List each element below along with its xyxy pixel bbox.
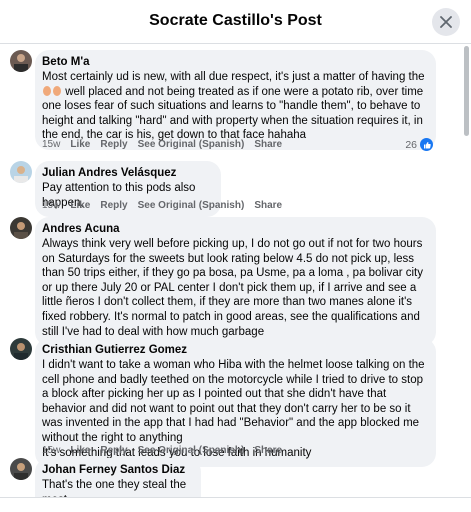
comment-author[interactable]: Beto M'a xyxy=(42,55,428,69)
avatar[interactable] xyxy=(10,217,32,239)
page-title: Socrate Castillo's Post xyxy=(149,12,322,29)
avatar[interactable] xyxy=(10,50,32,72)
scrollbar-thumb[interactable] xyxy=(464,46,469,136)
comment-author[interactable]: Andres Acuna xyxy=(42,222,428,236)
egg-emoji xyxy=(53,85,61,96)
avatar[interactable] xyxy=(10,458,32,480)
see-original-button[interactable]: See Original (Spanish) xyxy=(138,139,245,150)
avatar[interactable] xyxy=(10,161,32,183)
comment-bubble: Andres Acuna Always think very well befo… xyxy=(35,217,436,347)
avatar[interactable] xyxy=(10,338,32,360)
comment-timestamp[interactable]: 15w xyxy=(42,139,60,150)
comment-text: Always think very well before picking up… xyxy=(42,238,423,338)
reaction-number: 26 xyxy=(405,138,417,151)
comment-author[interactable]: Johan Ferney Santos Diaz xyxy=(42,463,193,477)
reply-button[interactable]: Reply xyxy=(100,445,127,456)
comment-composer-area xyxy=(0,497,471,512)
reply-button[interactable]: Reply xyxy=(100,200,127,211)
egg-emoji xyxy=(43,85,51,96)
comment-timestamp[interactable]: 15w xyxy=(42,445,60,456)
like-button[interactable]: Like xyxy=(70,139,90,150)
reply-button[interactable]: Reply xyxy=(100,139,127,150)
like-button[interactable]: Like xyxy=(70,200,90,211)
share-button[interactable]: Share xyxy=(254,139,282,150)
share-button[interactable]: Share xyxy=(254,200,282,211)
close-button[interactable] xyxy=(432,8,460,36)
comment-author[interactable]: Cristhian Gutierrez Gomez xyxy=(42,343,428,357)
like-icon xyxy=(420,138,433,151)
comment-author[interactable]: Julian Andres Velásquez xyxy=(42,166,213,180)
like-button[interactable]: Like xyxy=(70,445,90,456)
comment-actions: 15w Like Reply See Original (Spanish) Sh… xyxy=(42,200,282,211)
comment-actions: 15w Like Reply See Original (Spanish) Sh… xyxy=(42,139,282,150)
comment-actions: 15w Like Reply See Original (Spanish) Sh… xyxy=(42,445,282,456)
reaction-count[interactable]: 26 xyxy=(405,138,433,151)
see-original-button[interactable]: See Original (Spanish) xyxy=(138,200,245,211)
scrollbar[interactable] xyxy=(463,46,469,486)
comment-text-part: well placed and not being treated as if … xyxy=(42,85,424,142)
comment-text: Most certainly ud is new, with all due r… xyxy=(42,70,428,143)
comment-text: I didn't want to take a woman who Hiba w… xyxy=(42,359,425,444)
see-original-button[interactable]: See Original (Spanish) xyxy=(138,445,245,456)
post-header: Socrate Castillo's Post xyxy=(0,0,471,44)
comment-timestamp[interactable]: 15w xyxy=(42,200,60,211)
close-icon xyxy=(440,16,452,28)
comment-text-part: Most certainly ud is new, with all due r… xyxy=(42,71,425,83)
comment-bubble: Beto M'a Most certainly ud is new, with … xyxy=(35,50,436,150)
share-button[interactable]: Share xyxy=(254,445,282,456)
